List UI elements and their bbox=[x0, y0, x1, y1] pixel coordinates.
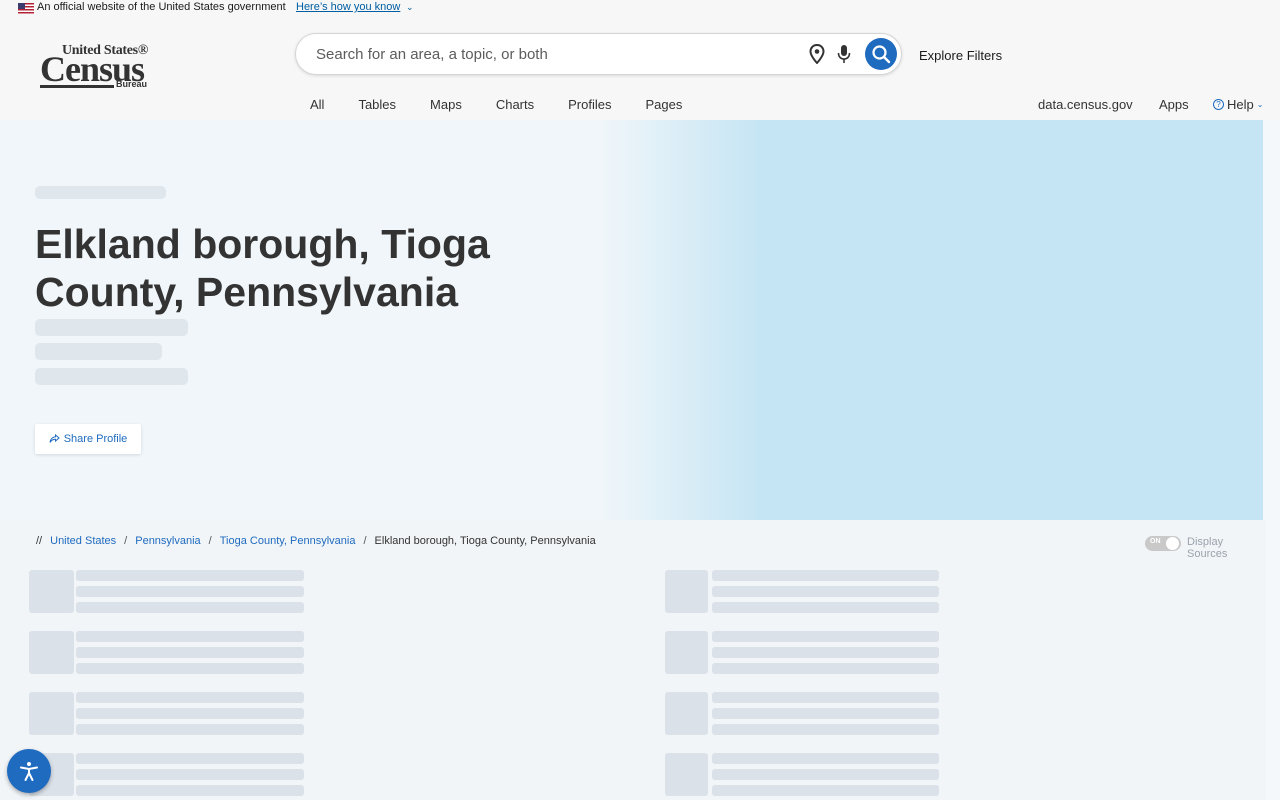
loading-line bbox=[76, 724, 304, 735]
loading-line bbox=[76, 785, 304, 796]
share-profile-button[interactable]: Share Profile bbox=[35, 424, 141, 454]
loading-card-icon bbox=[665, 753, 708, 796]
loading-line bbox=[712, 692, 939, 703]
loading-placeholder bbox=[35, 368, 188, 385]
toggle-state: ON bbox=[1150, 538, 1161, 545]
site-header: United States® Census Bureau Explore Fil… bbox=[0, 15, 1280, 120]
heres-how-you-know-link[interactable]: Here’s how you know bbox=[296, 0, 400, 15]
toggle-knob bbox=[1166, 537, 1179, 550]
tab-all[interactable]: All bbox=[310, 97, 324, 112]
accessibility-icon bbox=[20, 762, 38, 781]
census-logo[interactable]: United States® Census Bureau bbox=[40, 43, 156, 91]
loading-line bbox=[76, 692, 304, 703]
display-sources-toggle[interactable]: ON bbox=[1145, 536, 1181, 551]
loading-placeholder bbox=[35, 343, 162, 360]
loading-line bbox=[712, 647, 939, 658]
loading-card-icon bbox=[665, 631, 708, 674]
profile-content: // United States / Pennsylvania / Tioga … bbox=[0, 520, 1266, 800]
search-icon bbox=[872, 45, 891, 64]
loading-line bbox=[712, 663, 939, 674]
help-menu[interactable]: ? Help ⌄ bbox=[1213, 97, 1263, 112]
breadcrumb-prefix: // bbox=[36, 535, 43, 547]
help-label: Help bbox=[1227, 97, 1254, 112]
chevron-down-icon[interactable]: ⌄ bbox=[406, 0, 414, 15]
chevron-down-icon: ⌄ bbox=[1256, 100, 1264, 109]
search-bar bbox=[295, 33, 902, 75]
breadcrumb-current: Elkland borough, Tioga County, Pennsylva… bbox=[374, 535, 596, 547]
loading-placeholder bbox=[35, 186, 166, 199]
tab-profiles[interactable]: Profiles bbox=[568, 97, 611, 112]
microphone-icon[interactable] bbox=[836, 44, 852, 64]
logo-line3: Bureau bbox=[116, 79, 148, 89]
accessibility-button[interactable] bbox=[7, 749, 51, 793]
gov-banner-text: An official website of the United States… bbox=[37, 1, 286, 13]
apps-menu[interactable]: Apps bbox=[1159, 97, 1189, 112]
loading-card-icon bbox=[29, 570, 74, 613]
loading-line bbox=[712, 631, 939, 642]
breadcrumb: // United States / Pennsylvania / Tioga … bbox=[36, 535, 596, 547]
loading-line bbox=[76, 769, 304, 780]
location-pin-icon[interactable] bbox=[808, 44, 826, 64]
breadcrumb-pennsylvania[interactable]: Pennsylvania bbox=[135, 535, 200, 547]
loading-card-icon bbox=[665, 570, 708, 613]
search-input[interactable] bbox=[316, 34, 796, 74]
loading-line bbox=[76, 663, 304, 674]
loading-line bbox=[712, 570, 939, 581]
flag-icon bbox=[18, 3, 34, 14]
loading-line bbox=[712, 769, 939, 780]
loading-line bbox=[712, 708, 939, 719]
breadcrumb-united-states[interactable]: United States bbox=[50, 535, 116, 547]
help-circle-icon: ? bbox=[1213, 99, 1224, 110]
loading-placeholder bbox=[35, 319, 188, 336]
breadcrumb-separator: / bbox=[363, 535, 367, 547]
profile-hero: Elkland borough, Tioga County, Pennsylva… bbox=[0, 120, 1263, 520]
breadcrumb-separator: / bbox=[124, 535, 128, 547]
tab-tables[interactable]: Tables bbox=[358, 97, 396, 112]
page-title: Elkland borough, Tioga County, Pennsylva… bbox=[35, 221, 490, 315]
gov-banner: An official website of the United States… bbox=[0, 0, 1280, 15]
loading-line bbox=[76, 631, 304, 642]
tab-charts[interactable]: Charts bbox=[496, 97, 534, 112]
loading-line bbox=[76, 708, 304, 719]
loading-line bbox=[76, 570, 304, 581]
search-button[interactable] bbox=[865, 38, 897, 70]
breadcrumb-tioga-county[interactable]: Tioga County, Pennsylvania bbox=[220, 535, 356, 547]
loading-line bbox=[712, 785, 939, 796]
result-tabs: All Tables Maps Charts Profiles Pages bbox=[310, 97, 716, 112]
loading-line bbox=[712, 602, 939, 613]
loading-line bbox=[712, 586, 939, 597]
loading-line bbox=[76, 586, 304, 597]
data-census-gov-link[interactable]: data.census.gov bbox=[1038, 97, 1133, 112]
logo-underline bbox=[40, 85, 114, 88]
display-sources-label: Display Sources bbox=[1187, 536, 1228, 560]
tab-maps[interactable]: Maps bbox=[430, 97, 462, 112]
breadcrumb-separator: / bbox=[208, 535, 212, 547]
share-icon bbox=[49, 434, 60, 443]
loading-card-icon bbox=[665, 692, 708, 735]
loading-card-icon bbox=[29, 631, 74, 674]
tab-pages[interactable]: Pages bbox=[645, 97, 682, 112]
loading-line bbox=[712, 724, 939, 735]
loading-line bbox=[712, 753, 939, 764]
loading-card-icon bbox=[29, 692, 74, 735]
explore-filters-button[interactable]: Explore Filters bbox=[919, 48, 1002, 63]
share-profile-label: Share Profile bbox=[63, 433, 128, 445]
loading-line bbox=[76, 647, 304, 658]
loading-line bbox=[76, 602, 304, 613]
loading-line bbox=[76, 753, 304, 764]
